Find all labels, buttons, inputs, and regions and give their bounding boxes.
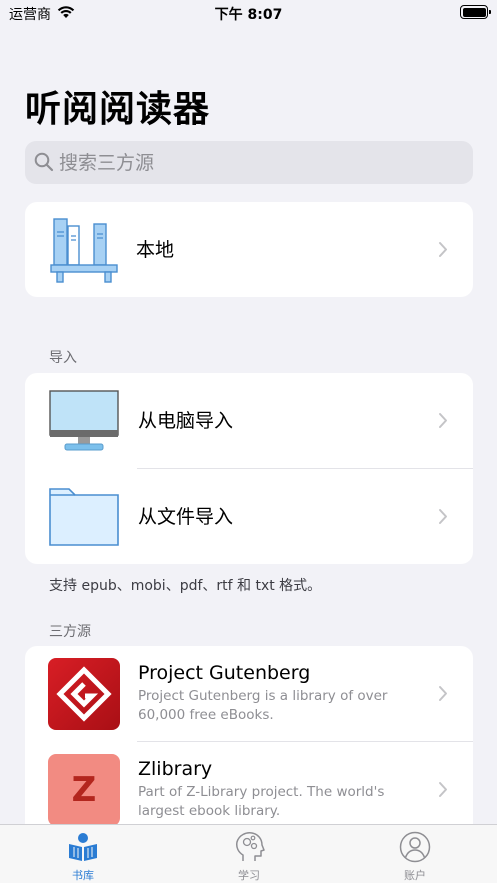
tab-account[interactable]: 账户 [332,825,497,883]
bookshelf-icon [50,218,118,283]
local-row[interactable]: 本地 [25,202,473,297]
import-from-computer-row[interactable]: 从电脑导入 [25,373,473,468]
source-description: Part of Z-Library project. The world's l… [138,784,385,819]
tab-library[interactable]: 书库 [0,825,166,883]
tab-study[interactable]: 学习 [166,825,332,883]
chevron-right-icon [439,413,447,428]
folder-icon [49,488,119,546]
account-icon [399,831,431,863]
import-from-file-label: 从文件导入 [138,506,234,528]
search-input[interactable] [59,141,459,184]
tab-label: 学习 [238,869,260,882]
gutenberg-logo-icon [48,658,120,730]
source-title: Project Gutenberg [138,662,311,684]
import-from-file-row[interactable]: 从文件导入 [25,469,473,564]
chevron-right-icon [439,686,447,701]
battery-icon [460,5,491,19]
head-gears-icon [236,832,265,861]
import-card: 从电脑导入 从文件导入 [25,373,473,564]
search-bar[interactable] [25,141,473,184]
chevron-right-icon [439,509,447,524]
source-description: Project Gutenberg is a library of over 6… [138,688,388,723]
zlibrary-logo-letter: Z [71,770,97,810]
tab-label: 书库 [72,869,94,882]
monitor-icon [49,390,119,451]
source-row[interactable]: Z Zlibrary Part of Z-Library project. Th… [25,742,473,837]
chevron-right-icon [439,242,447,257]
source-title: Zlibrary [138,758,213,780]
page-title: 听阅阅读器 [25,89,211,130]
import-formats-note: 支持 epub、mobi、pdf、rtf 和 txt 格式。 [49,578,322,594]
local-label: 本地 [136,239,175,261]
import-from-computer-label: 从电脑导入 [138,410,234,432]
zlibrary-logo-icon: Z [48,754,120,826]
sources-card: Project Gutenberg Project Gutenberg is a… [25,646,473,846]
local-card: 本地 [25,202,473,297]
bookshelf-reader-icon [69,833,97,861]
import-section-header: 导入 [49,350,77,366]
tab-bar: 书库 学习 账户 [0,824,497,883]
chevron-right-icon [439,782,447,797]
status-time: 下午 8:07 [214,7,283,23]
source-row[interactable]: Project Gutenberg Project Gutenberg is a… [25,646,473,741]
sources-section-header: 三方源 [49,624,91,640]
status-bar: 运营商 下午 8:07 [0,0,497,26]
tab-label: 账户 [404,869,426,882]
search-icon [34,152,54,172]
